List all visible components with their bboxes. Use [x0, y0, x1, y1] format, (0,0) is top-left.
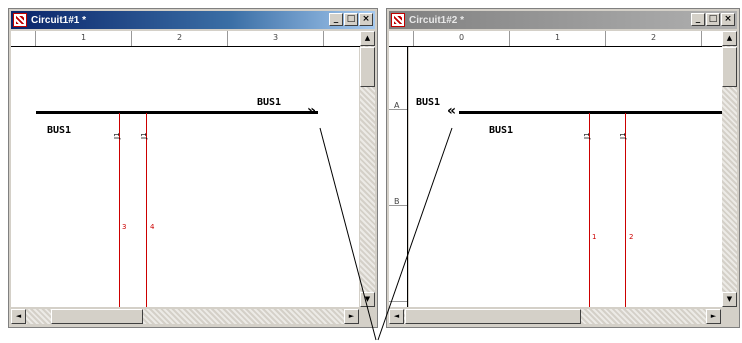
- bus-entry-label: J1: [619, 132, 627, 139]
- ruler-tick: [227, 31, 228, 46]
- bus-entry-label: J1: [583, 132, 591, 139]
- ruler-label: 1: [555, 33, 561, 42]
- horizontal-ruler: 1 2 3: [11, 31, 375, 47]
- schematic-canvas-1[interactable]: BUS1 BUS1 » J1 J1 3 4: [11, 47, 359, 307]
- window-2-title: Circuit1#2 *: [409, 14, 465, 26]
- ruler-label: 3: [273, 33, 279, 42]
- ruler-tick: [509, 31, 510, 46]
- bus-wire[interactable]: [36, 111, 318, 114]
- ruler-tick: [413, 31, 414, 46]
- ruler-tick: [131, 31, 132, 46]
- scroll-right-button[interactable]: ►: [344, 309, 359, 324]
- maximize-button[interactable]: □: [706, 13, 720, 26]
- maximize-button[interactable]: □: [344, 13, 358, 26]
- close-button[interactable]: ×: [359, 13, 373, 26]
- schematic-canvas-2[interactable]: BUS1 BUS1 « J1 J1 1 2: [409, 47, 723, 307]
- bus-tap-wire[interactable]: [589, 113, 590, 307]
- ruler-tick: [323, 31, 324, 46]
- scroll-thumb[interactable]: [360, 47, 375, 87]
- ruler-label: 2: [177, 33, 183, 42]
- bus-label: BUS1: [489, 125, 514, 136]
- offpage-connector-icon[interactable]: «: [447, 103, 456, 119]
- horizontal-scrollbar[interactable]: ◄ ►: [389, 309, 721, 324]
- scroll-left-button[interactable]: ◄: [389, 309, 404, 324]
- scroll-thumb[interactable]: [405, 309, 581, 324]
- size-grip[interactable]: [360, 309, 375, 324]
- window-1-titlebar[interactable]: Circuit1#1 * _ □ ×: [11, 11, 375, 29]
- circuit-window-1[interactable]: Circuit1#1 * _ □ × 1 2 3 BUS1 BUS1 » J1 …: [8, 8, 378, 328]
- bus-tap-wire[interactable]: [625, 113, 626, 307]
- offpage-connector-icon[interactable]: »: [307, 103, 316, 119]
- bus-tap-wire[interactable]: [119, 113, 120, 307]
- scroll-thumb[interactable]: [722, 47, 737, 87]
- ruler-tick: [389, 301, 407, 302]
- vertical-scrollbar[interactable]: ▲ ▼: [722, 31, 737, 307]
- scroll-down-button[interactable]: ▼: [360, 292, 375, 307]
- ruler-label: A: [394, 101, 400, 110]
- schematic-app-icon[interactable]: [13, 13, 27, 27]
- minimize-button[interactable]: _: [329, 13, 343, 26]
- close-button[interactable]: ×: [721, 13, 735, 26]
- pin-number: 3: [122, 223, 127, 231]
- schematic-app-icon[interactable]: [391, 13, 405, 27]
- bus-wire[interactable]: [459, 111, 723, 114]
- vertical-scrollbar[interactable]: ▲ ▼: [360, 31, 375, 307]
- ruler-label: 1: [81, 33, 87, 42]
- scroll-thumb[interactable]: [51, 309, 143, 324]
- ruler-tick: [701, 31, 702, 46]
- pin-number: 4: [150, 223, 155, 231]
- ruler-label: 0: [459, 33, 465, 42]
- bus-label: BUS1: [257, 97, 282, 108]
- scroll-up-button[interactable]: ▲: [722, 31, 737, 46]
- window-2-titlebar[interactable]: Circuit1#2 * _ □ ×: [389, 11, 737, 29]
- window-1-title: Circuit1#1 *: [31, 14, 87, 26]
- size-grip[interactable]: [722, 309, 737, 324]
- pin-number: 2: [629, 233, 634, 241]
- ruler-label: 2: [651, 33, 657, 42]
- bus-tap-wire[interactable]: [146, 113, 147, 307]
- scroll-down-button[interactable]: ▼: [722, 292, 737, 307]
- horizontal-ruler: 0 1 2: [389, 31, 737, 47]
- bus-label: BUS1: [416, 97, 441, 108]
- horizontal-scrollbar[interactable]: ◄ ►: [11, 309, 359, 324]
- ruler-tick: [605, 31, 606, 46]
- circuit-window-2[interactable]: Circuit1#2 * _ □ × 0 1 2 A B BUS1 BUS1 «…: [386, 8, 740, 328]
- pin-number: 1: [592, 233, 597, 241]
- ruler-label: B: [394, 197, 400, 206]
- bus-entry-label: J1: [140, 132, 148, 139]
- scroll-up-button[interactable]: ▲: [360, 31, 375, 46]
- scroll-left-button[interactable]: ◄: [11, 309, 26, 324]
- scroll-right-button[interactable]: ►: [706, 309, 721, 324]
- bus-entry-label: J1: [113, 132, 121, 139]
- vertical-ruler: A B: [389, 47, 408, 307]
- bus-label: BUS1: [47, 125, 72, 136]
- minimize-button[interactable]: _: [691, 13, 705, 26]
- ruler-tick: [35, 31, 36, 46]
